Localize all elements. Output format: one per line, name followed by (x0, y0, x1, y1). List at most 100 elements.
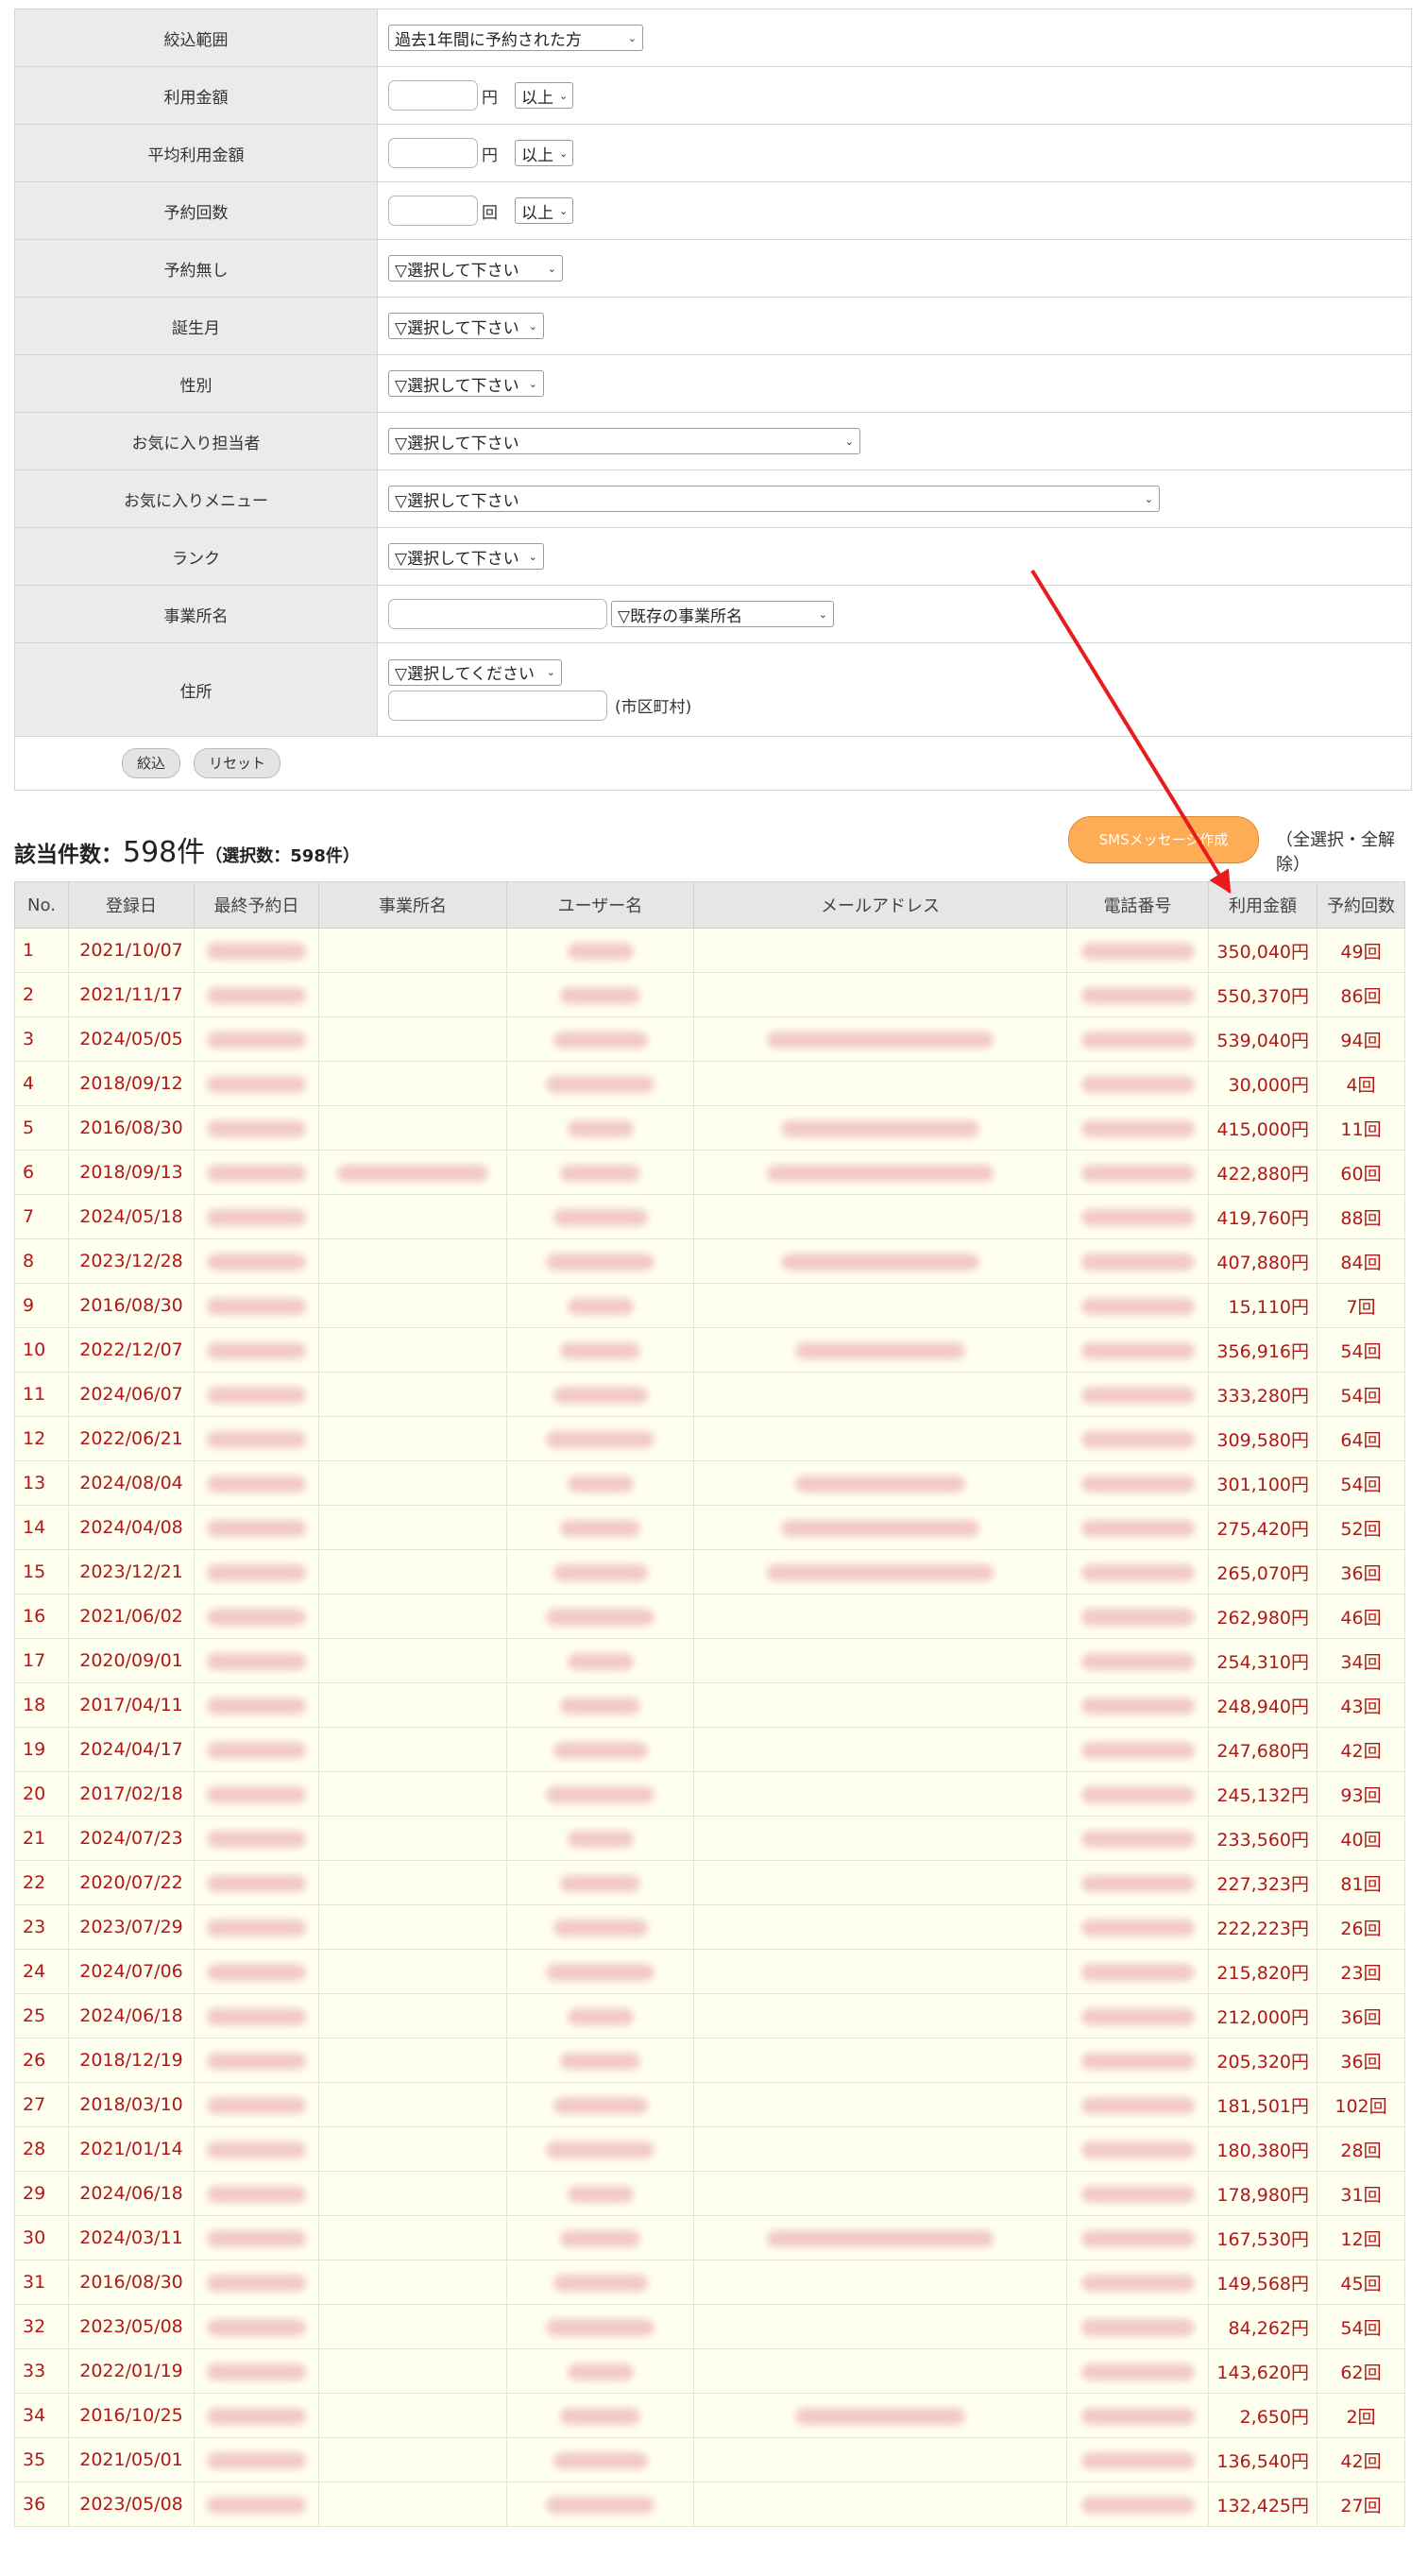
column-header[interactable]: 事業所名 (318, 881, 507, 929)
column-header[interactable]: 予約回数 (1317, 881, 1405, 929)
filter-select[interactable]: ▽選択して下さい ⌄ (388, 428, 860, 454)
table-row[interactable]: 7 2024/05/18 419,760円 88回 (14, 1194, 1405, 1239)
filter-select[interactable]: 以上 ⌄ (515, 197, 573, 224)
filter-row: 平均利用金額 円 以上 ⌄ (14, 124, 1412, 182)
user-name (506, 1283, 694, 1328)
last-reservation-date (194, 1061, 319, 1106)
filter-control-group: 円 以上 ⌄ (388, 138, 573, 168)
filter-select[interactable]: 過去1年間に予約された方 ⌄ (388, 25, 643, 51)
redacted-value (546, 2318, 654, 2336)
table-row[interactable]: 10 2022/12/07 356,916円 54回 (14, 1327, 1405, 1373)
redacted-value (207, 1741, 306, 1759)
reset-button[interactable]: リセット (194, 748, 281, 778)
table-row[interactable]: 36 2023/05/08 132,425円 27回 (14, 2482, 1405, 2527)
prefecture-select[interactable]: ▽選択してください ⌄ (388, 658, 562, 686)
office-select[interactable]: ▽既存の事業所名 ⌄ (611, 601, 834, 627)
table-row[interactable]: 13 2024/08/04 301,100円 54回 (14, 1460, 1405, 1506)
table-row[interactable]: 34 2016/10/25 2,650円 2回 (14, 2393, 1405, 2438)
user-name (506, 1949, 694, 1994)
table-row[interactable]: 27 2018/03/10 181,501円 102回 (14, 2082, 1405, 2127)
table-row[interactable]: 35 2021/05/01 136,540円 42回 (14, 2437, 1405, 2482)
column-header[interactable]: 最終予約日 (194, 881, 319, 929)
phone-number (1066, 2304, 1209, 2349)
filter-select[interactable]: ▽選択して下さい ⌄ (388, 313, 544, 339)
filter-label: 予約回数 (14, 181, 378, 240)
table-row[interactable]: 16 2021/06/02 262,980円 46回 (14, 1594, 1405, 1639)
filter-row: 誕生月 ▽選択して下さい ⌄ (14, 297, 1412, 355)
redacted-value (1080, 1208, 1195, 1226)
redacted-value (1080, 2141, 1195, 2158)
office-name-input[interactable] (388, 599, 607, 629)
table-row[interactable]: 26 2018/12/19 205,320円 36回 (14, 2038, 1405, 2083)
filter-control-group: ▽選択して下さい ⌄ (388, 368, 544, 399)
usage-amount: 309,580円 (1208, 1416, 1318, 1461)
table-row[interactable]: 11 2024/06/07 333,280円 54回 (14, 1372, 1405, 1417)
table-row[interactable]: 8 2023/12/28 407,880円 84回 (14, 1238, 1405, 1284)
office-name (318, 1682, 507, 1728)
filter-select[interactable]: ▽選択して下さい ⌄ (388, 370, 544, 397)
table-row[interactable]: 5 2016/08/30 415,000円 11回 (14, 1105, 1405, 1151)
table-row[interactable]: 3 2024/05/05 539,040円 94回 (14, 1016, 1405, 1062)
select-all-toggle[interactable]: （全選択・全解除） (1276, 827, 1412, 876)
redacted-value (207, 1341, 306, 1359)
table-row[interactable]: 24 2024/07/06 215,820円 23回 (14, 1949, 1405, 1994)
redacted-value (567, 2363, 634, 2380)
table-row[interactable]: 33 2022/01/19 143,620円 62回 (14, 2348, 1405, 2394)
table-row[interactable]: 23 2023/07/29 222,223円 26回 (14, 1904, 1405, 1950)
filter-select[interactable]: ▽選択して下さい ⌄ (388, 543, 544, 570)
reservation-count: 43回 (1317, 1682, 1405, 1728)
column-header[interactable]: 登録日 (68, 881, 195, 929)
table-row[interactable]: 25 2024/06/18 212,000円 36回 (14, 1993, 1405, 2039)
email-address (693, 2304, 1067, 2349)
table-row[interactable]: 15 2023/12/21 265,070円 36回 (14, 1549, 1405, 1595)
filter-value-input[interactable] (388, 80, 478, 111)
table-row[interactable]: 9 2016/08/30 15,110円 7回 (14, 1283, 1405, 1328)
redacted-value (767, 1031, 994, 1049)
table-row[interactable]: 2 2021/11/17 550,370円 86回 (14, 972, 1405, 1017)
reservation-count: 4回 (1317, 1061, 1405, 1106)
column-header[interactable]: 利用金額 (1208, 881, 1318, 929)
table-row[interactable]: 17 2020/09/01 254,310円 34回 (14, 1638, 1405, 1683)
reservation-count: 42回 (1317, 1727, 1405, 1772)
filter-select[interactable]: ▽選択して下さい ⌄ (388, 486, 1160, 512)
table-row[interactable]: 19 2024/04/17 247,680円 42回 (14, 1727, 1405, 1772)
last-reservation-date (194, 2171, 319, 2216)
sms-create-button[interactable]: SMSメッセージ作成 (1068, 816, 1259, 863)
table-row[interactable]: 30 2024/03/11 167,530円 12回 (14, 2215, 1405, 2260)
user-name (506, 928, 694, 973)
filter-value-input[interactable] (388, 138, 478, 168)
redacted-value (1080, 1075, 1195, 1093)
filter-select[interactable]: 以上 ⌄ (515, 140, 573, 166)
column-header[interactable]: No. (14, 881, 69, 929)
narrow-button[interactable]: 絞込 (122, 748, 181, 778)
table-row[interactable]: 14 2024/04/08 275,420円 52回 (14, 1505, 1405, 1550)
registration-date: 2016/08/30 (68, 1283, 195, 1328)
column-header[interactable]: メールアドレス (693, 881, 1067, 929)
table-row[interactable]: 1 2021/10/07 350,040円 49回 (14, 928, 1405, 973)
column-header[interactable]: ユーザー名 (506, 881, 694, 929)
table-row[interactable]: 18 2017/04/11 248,940円 43回 (14, 1682, 1405, 1728)
table-row[interactable]: 28 2021/01/14 180,380円 28回 (14, 2126, 1405, 2172)
email-address (693, 2215, 1067, 2260)
filter-select[interactable]: 以上 ⌄ (515, 82, 573, 109)
reservation-count: 94回 (1317, 1016, 1405, 1062)
phone-number (1066, 2348, 1209, 2394)
redacted-value (207, 1919, 306, 1936)
filter-value-input[interactable] (388, 196, 478, 226)
table-row[interactable]: 12 2022/06/21 309,580円 64回 (14, 1416, 1405, 1461)
city-input[interactable] (388, 690, 607, 721)
filter-select[interactable]: ▽選択して下さい ⌄ (388, 255, 563, 281)
table-row[interactable]: 29 2024/06/18 178,980円 31回 (14, 2171, 1405, 2216)
table-row[interactable]: 32 2023/05/08 84,262円 54回 (14, 2304, 1405, 2349)
registration-date: 2021/01/14 (68, 2126, 195, 2172)
phone-number (1066, 972, 1209, 1017)
registration-date: 2024/06/18 (68, 2171, 195, 2216)
table-row[interactable]: 31 2016/08/30 149,568円 45回 (14, 2260, 1405, 2305)
table-row[interactable]: 20 2017/02/18 245,132円 93回 (14, 1771, 1405, 1817)
table-row[interactable]: 6 2018/09/13 422,880円 60回 (14, 1150, 1405, 1195)
column-header[interactable]: 電話番号 (1066, 881, 1209, 929)
table-row[interactable]: 22 2020/07/22 227,323円 81回 (14, 1860, 1405, 1905)
table-row[interactable]: 4 2018/09/12 30,000円 4回 (14, 1061, 1405, 1106)
phone-number (1066, 1283, 1209, 1328)
table-row[interactable]: 21 2024/07/23 233,560円 40回 (14, 1816, 1405, 1861)
